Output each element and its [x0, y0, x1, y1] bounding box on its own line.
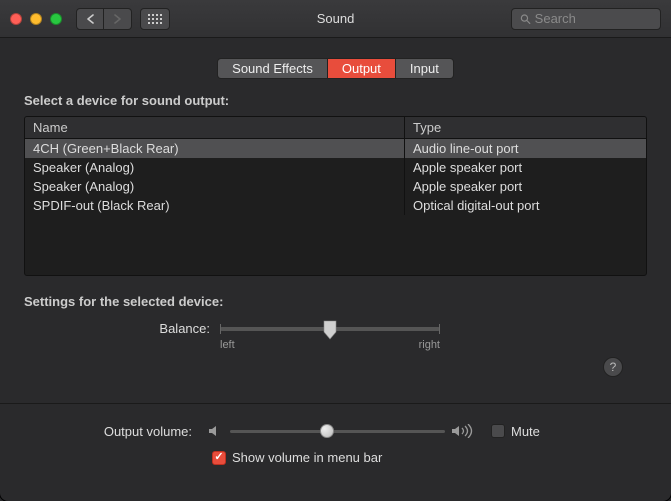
device-type: Optical digital-out port [405, 196, 646, 215]
zoom-window-button[interactable] [50, 13, 62, 25]
mute-checkbox-group[interactable]: Mute [491, 424, 540, 439]
show-all-button[interactable] [140, 8, 170, 30]
table-header: Name Type [25, 117, 646, 139]
device-type: Apple speaker port [405, 158, 646, 177]
output-panel: Select a device for sound output: Name T… [24, 93, 647, 385]
search-icon [520, 13, 531, 25]
minimize-window-button[interactable] [30, 13, 42, 25]
table-row[interactable]: SPDIF-out (Black Rear) Optical digital-o… [25, 196, 646, 215]
help-button[interactable]: ? [603, 357, 623, 377]
tab-output[interactable]: Output [328, 59, 396, 78]
settings-header: Settings for the selected device: [24, 294, 647, 309]
table-row[interactable]: Speaker (Analog) Apple speaker port [25, 158, 646, 177]
tab-input[interactable]: Input [396, 59, 453, 78]
device-table: Name Type 4CH (Green+Black Rear) Audio l… [24, 116, 647, 276]
show-volume-checkbox[interactable] [212, 451, 226, 465]
tab-sound-effects[interactable]: Sound Effects [218, 59, 328, 78]
volume-knob[interactable] [320, 424, 334, 438]
mute-checkbox[interactable] [491, 424, 505, 438]
table-row[interactable]: Speaker (Analog) Apple speaker port [25, 177, 646, 196]
show-volume-checkbox-group[interactable]: Show volume in menu bar [212, 450, 647, 465]
device-select-header: Select a device for sound output: [24, 93, 647, 108]
titlebar: Sound [0, 0, 671, 38]
close-window-button[interactable] [10, 13, 22, 25]
column-header-name[interactable]: Name [25, 117, 405, 138]
device-type: Apple speaker port [405, 177, 646, 196]
column-header-type[interactable]: Type [405, 117, 646, 138]
speaker-low-icon [208, 424, 224, 438]
nav-buttons [76, 8, 132, 30]
tab-bar: Sound Effects Output Input [217, 58, 454, 79]
search-field[interactable] [511, 8, 661, 30]
balance-label: Balance: [24, 319, 220, 336]
device-name: 4CH (Green+Black Rear) [25, 139, 405, 158]
output-volume-slider[interactable] [230, 422, 445, 440]
speaker-high-icon [451, 424, 473, 438]
show-volume-label: Show volume in menu bar [232, 450, 382, 465]
balance-left-label: left [220, 339, 235, 351]
device-name: SPDIF-out (Black Rear) [25, 196, 405, 215]
balance-knob[interactable] [323, 320, 337, 340]
device-type: Audio line-out port [405, 139, 646, 158]
table-row[interactable]: 4CH (Green+Black Rear) Audio line-out po… [25, 139, 646, 158]
output-volume-label: Output volume: [24, 424, 202, 439]
mute-label: Mute [511, 424, 540, 439]
forward-button[interactable] [104, 8, 132, 30]
window-controls [10, 13, 62, 25]
device-name: Speaker (Analog) [25, 177, 405, 196]
balance-right-label: right [419, 339, 440, 351]
search-input[interactable] [535, 11, 652, 26]
balance-slider[interactable]: left right [220, 319, 440, 351]
back-button[interactable] [76, 8, 104, 30]
device-name: Speaker (Analog) [25, 158, 405, 177]
